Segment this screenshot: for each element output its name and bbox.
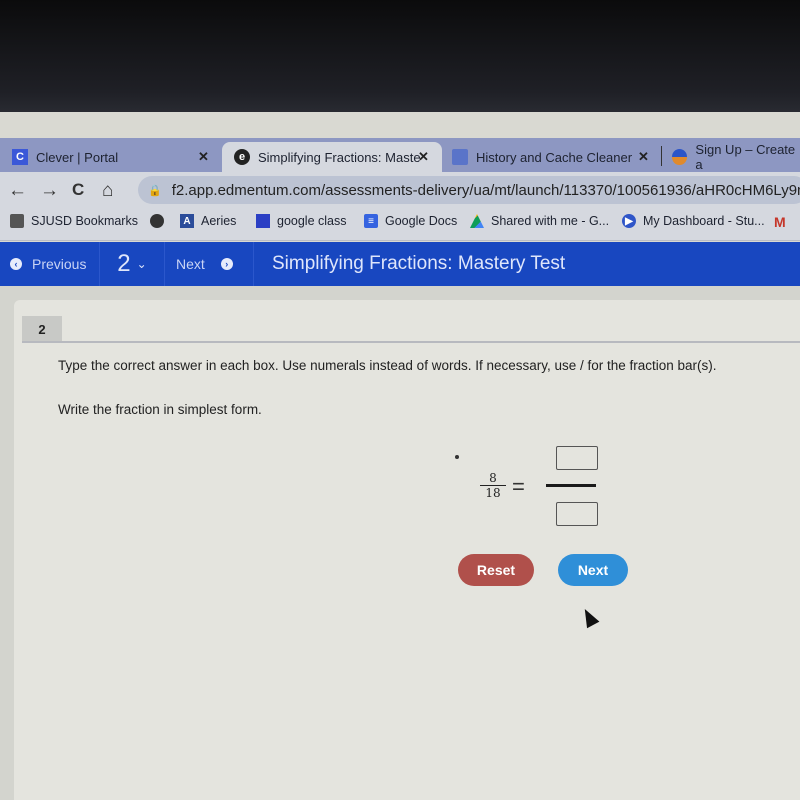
tab-label: Clever | Portal (36, 149, 119, 165)
bookmark-sjusd[interactable]: SJUSD Bookmarks (10, 214, 138, 228)
test-title: Simplifying Fractions: Mastery Test (272, 253, 566, 274)
next-arrow-icon: › (220, 258, 233, 270)
tab-simplifying-fractions[interactable]: e Simplifying Fractions: Maste ✕ (222, 142, 442, 172)
edmentum-icon: e (234, 149, 250, 165)
classroom-icon (256, 214, 270, 228)
drive-icon (470, 214, 484, 228)
gmail-icon: M (774, 214, 786, 230)
bookmark-gmail[interactable]: M (774, 214, 786, 230)
denominator: 18 (485, 486, 501, 500)
numerator: 8 (489, 471, 497, 485)
tab-history-cleaner[interactable]: History and Cache Cleaner ✕ (452, 142, 662, 172)
stray-dot (455, 455, 459, 459)
bookmark-label: My Dashboard - Stu... (643, 214, 765, 228)
tab-label: Simplifying Fractions: Maste (258, 149, 421, 165)
prompt-text: Write the fraction in simplest form. (58, 402, 262, 417)
lock-icon: 🔒 (148, 184, 162, 197)
previous-label: Previous (32, 256, 87, 272)
bookmark-aeries[interactable]: A Aeries (180, 214, 236, 228)
bookmark-label: SJUSD Bookmarks (31, 214, 138, 228)
instruction-text: Type the correct answer in each box. Use… (58, 358, 717, 373)
question-panel (14, 300, 800, 800)
home-icon[interactable]: ⌂ (102, 180, 113, 202)
close-tab-icon[interactable]: ✕ (198, 149, 209, 165)
given-fraction: 8 18 (480, 472, 506, 499)
equals-sign: = (512, 474, 525, 499)
bookmark-label: Shared with me - G... (491, 214, 610, 228)
bookmark-label: google class (277, 214, 347, 228)
denominator-input[interactable] (556, 502, 598, 526)
globe-icon (150, 214, 164, 228)
folder-icon (10, 214, 24, 228)
monitor-bezel (0, 0, 800, 115)
numerator-input[interactable] (556, 446, 598, 470)
bookmark-my-dashboard[interactable]: ▶ My Dashboard - Stu... (622, 214, 765, 228)
bookmark-label: Google Docs (385, 214, 458, 228)
previous-arrow-icon: ‹ (10, 258, 22, 270)
tab-clever[interactable]: C Clever | Portal ✕ (12, 142, 222, 172)
next-button[interactable]: Next (558, 554, 628, 586)
question-number-badge: 2 (22, 316, 62, 342)
question-number: 2 (117, 250, 131, 277)
clever-icon: C (12, 149, 28, 165)
tab-divider (661, 146, 662, 166)
close-tab-icon[interactable]: ✕ (638, 149, 649, 165)
back-arrow-icon[interactable]: ← (8, 180, 27, 202)
tab-sign-up[interactable]: Sign Up – Create a (672, 142, 800, 172)
google-icon (672, 149, 688, 165)
next-nav-button[interactable]: Next › (164, 242, 254, 286)
bookmark-globe[interactable] (150, 214, 171, 228)
extension-icon (452, 149, 468, 165)
close-tab-icon[interactable]: ✕ (418, 149, 429, 165)
answer-fraction-bar (546, 484, 596, 487)
tab-label: History and Cache Cleaner (476, 149, 633, 165)
dashboard-icon: ▶ (622, 214, 636, 228)
aeries-icon: A (180, 214, 194, 228)
forward-arrow-icon[interactable]: → (40, 180, 59, 202)
previous-button[interactable]: ‹ Previous (0, 242, 100, 286)
question-selector[interactable]: 2 ⌄ (100, 242, 165, 286)
question-divider (22, 341, 800, 343)
tab-label: Sign Up – Create a (695, 142, 796, 172)
bookmark-label: Aeries (201, 214, 237, 228)
docs-icon: ≡ (364, 214, 378, 228)
reload-icon[interactable]: C (72, 180, 84, 200)
next-label: Next (176, 256, 205, 272)
chevron-down-icon: ⌄ (136, 257, 147, 271)
reset-button[interactable]: Reset (458, 554, 534, 586)
address-bar[interactable]: 🔒 f2.app.edmentum.com/assessments-delive… (138, 176, 800, 204)
bookmark-shared-drive[interactable]: Shared with me - G... (470, 214, 609, 228)
bookmark-google-class[interactable]: google class (256, 214, 347, 228)
url-text: f2.app.edmentum.com/assessments-delivery… (171, 181, 800, 199)
bookmark-google-docs[interactable]: ≡ Google Docs (364, 214, 457, 228)
